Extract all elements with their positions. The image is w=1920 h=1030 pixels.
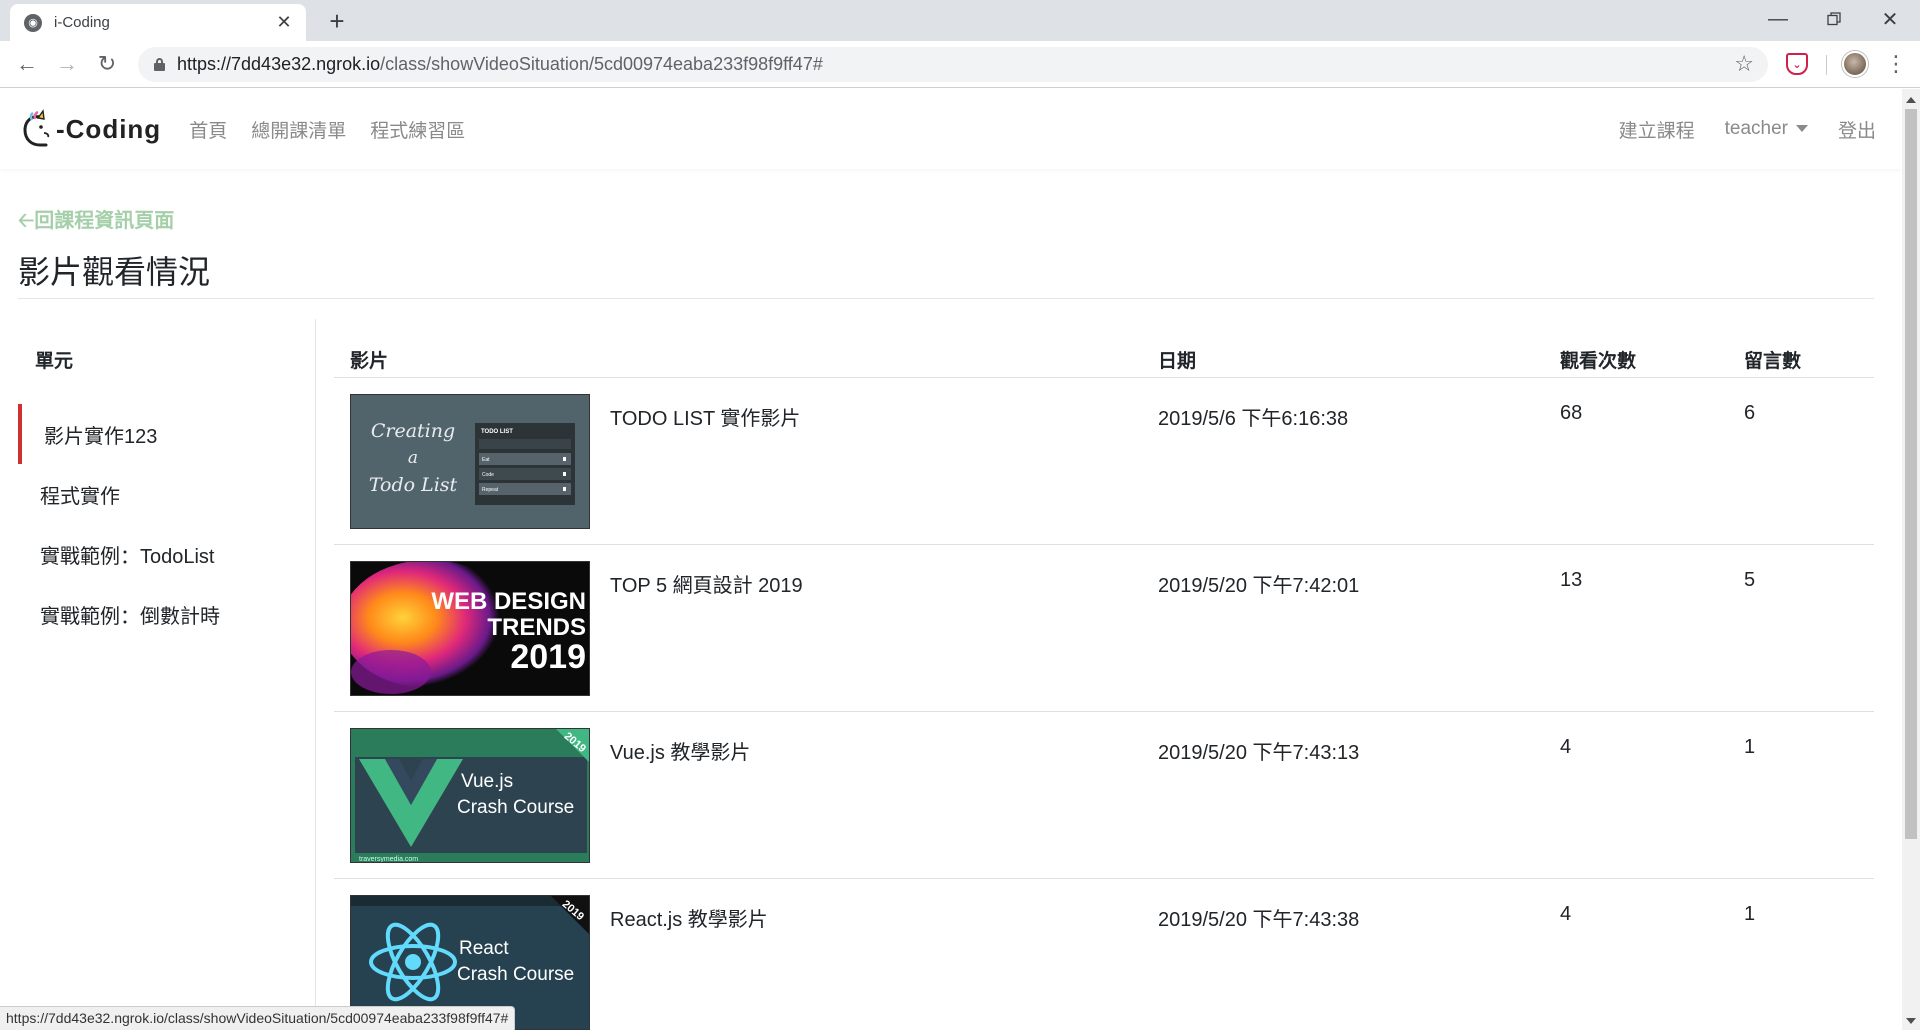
video-date: 2019/5/6 下午6:16:38 <box>1158 408 1349 430</box>
video-thumbnail[interactable]: 2019 Vue.js Crash Course traversymedia.c… <box>350 728 590 863</box>
sidebar-item-unit-1[interactable]: 影片實作123 <box>18 404 298 464</box>
create-course-link[interactable]: 建立課程 <box>1619 116 1695 143</box>
video-date: 2019/5/20 下午7:42:01 <box>1158 575 1360 597</box>
browser-toolbar: ← → ↻ https://7dd43e32.ngrok.io/class/sh… <box>0 41 1920 88</box>
col-date: 日期 <box>1158 351 1197 372</box>
nav-home[interactable]: 首頁 <box>189 116 227 143</box>
scrollbar-thumb[interactable] <box>1905 109 1917 839</box>
nav-practice[interactable]: 程式練習區 <box>370 116 465 143</box>
col-comments: 留言數 <box>1744 351 1802 372</box>
page-scrollbar[interactable] <box>1902 89 1920 1030</box>
video-title[interactable]: React.js 教學影片 <box>610 903 768 932</box>
page-title: 影片觀看情況 <box>18 254 211 290</box>
address-bar[interactable]: https://7dd43e32.ngrok.io/class/showVide… <box>138 47 1768 82</box>
comment-count: 1 <box>1744 903 1756 925</box>
view-count: 13 <box>1560 569 1583 591</box>
url-text: https://7dd43e32.ngrok.io/class/showVide… <box>177 54 823 74</box>
caret-down-icon <box>1795 125 1808 133</box>
minimize-icon[interactable]: — <box>1750 0 1806 38</box>
window-close-icon[interactable]: ✕ <box>1862 0 1918 38</box>
comment-count: 1 <box>1744 736 1756 758</box>
svg-text:Repeat: Repeat <box>482 487 499 493</box>
table-row: 2019 React Crash Course React.js 教學影片 20… <box>334 879 1874 1030</box>
svg-text:Vue.js: Vue.js <box>461 771 513 792</box>
sidebar-item-label: 實戰範例：倒數計時 <box>40 605 220 628</box>
arrow-left-icon: 🡠 <box>18 208 35 232</box>
profile-avatar[interactable] <box>1842 51 1868 77</box>
logout-link[interactable]: 登出 <box>1838 116 1876 143</box>
nav-right: 建立課程 teacher 登出 <box>1619 89 1876 169</box>
site-logo[interactable]: -Coding <box>20 109 161 149</box>
reload-icon[interactable]: ↻ <box>92 49 122 79</box>
forward-arrow-icon[interactable]: → <box>52 49 82 79</box>
title-divider <box>18 298 1874 299</box>
sidebar-item-label: 影片實作123 <box>44 425 158 448</box>
view-count: 4 <box>1560 736 1572 758</box>
table-row: 2019 Vue.js Crash Course traversymedia.c… <box>334 712 1874 879</box>
pocket-extension-icon[interactable]: ⌄ <box>1786 53 1808 75</box>
sidebar-item-unit-3[interactable]: 實戰範例：TodoList <box>18 524 298 584</box>
new-tab-icon[interactable]: + <box>322 6 352 36</box>
svg-text:a: a <box>408 448 418 468</box>
main-nav: 首頁 總開課清單 程式練習區 <box>189 116 465 143</box>
svg-text:WEB DESIGN: WEB DESIGN <box>431 588 586 615</box>
user-dropdown[interactable]: teacher <box>1725 118 1808 140</box>
toolbar-divider <box>1826 55 1827 75</box>
close-tab-icon[interactable]: ✕ <box>274 12 294 33</box>
restore-icon[interactable] <box>1806 0 1862 38</box>
svg-text:Crash Course: Crash Course <box>457 964 574 985</box>
svg-text:TODO LIST: TODO LIST <box>481 429 513 435</box>
svg-text:Code: Code <box>482 472 494 478</box>
sidebar-header: 單元 <box>35 351 74 372</box>
video-date: 2019/5/20 下午7:43:13 <box>1158 742 1360 764</box>
svg-text:2019: 2019 <box>510 638 586 676</box>
back-to-course-link[interactable]: 🡠回課程資訊頁面 <box>18 204 174 240</box>
comment-count: 6 <box>1744 402 1756 424</box>
sidebar-item-label: 實戰範例：TodoList <box>40 545 215 568</box>
back-arrow-icon[interactable]: ← <box>12 49 42 79</box>
svg-text:Crash Course: Crash Course <box>457 797 574 818</box>
globe-icon: ◉ <box>24 13 42 32</box>
video-title[interactable]: TODO LIST 實作影片 <box>610 402 800 431</box>
browser-tab[interactable]: ◉ i-Coding ✕ <box>10 4 306 41</box>
table-row: Creating a Todo List TODO LIST Eat Code … <box>334 378 1874 545</box>
sidebar-item-unit-2[interactable]: 程式實作 <box>18 464 298 524</box>
svg-text:React: React <box>459 938 509 959</box>
svg-text:Eat: Eat <box>482 457 490 463</box>
browser-tabstrip: ◉ i-Coding ✕ + — ✕ <box>0 0 1920 41</box>
video-thumbnail[interactable]: WEB DESIGN TRENDS 2019 <box>350 561 590 696</box>
nav-course-list[interactable]: 總開課清單 <box>251 116 346 143</box>
col-video: 影片 <box>350 351 389 372</box>
view-count: 68 <box>1560 402 1583 424</box>
sidebar-item-unit-4[interactable]: 實戰範例：倒數計時 <box>18 584 298 644</box>
lock-icon <box>154 58 165 71</box>
user-name: teacher <box>1724 118 1788 139</box>
svg-text:Creating: Creating <box>371 420 455 442</box>
svg-text:Todo List: Todo List <box>369 474 458 496</box>
unicorn-logo-icon <box>20 109 54 149</box>
video-thumbnail[interactable]: Creating a Todo List TODO LIST Eat Code … <box>350 394 590 529</box>
page-viewport: -Coding 首頁 總開課清單 程式練習區 建立課程 teacher 登出 🡠… <box>0 89 1902 1030</box>
video-title[interactable]: TOP 5 網頁設計 2019 <box>610 569 803 598</box>
browser-menu-icon[interactable]: ⋮ <box>1884 51 1908 77</box>
unit-sidebar: 單元 影片實作123 程式實作 實戰範例：TodoList 實戰範例：倒數計時 <box>18 319 316 1030</box>
view-count: 4 <box>1560 903 1572 925</box>
table-row: WEB DESIGN TRENDS 2019 TOP 5 網頁設計 2019 2… <box>334 545 1874 712</box>
svg-text:TRENDS: TRENDS <box>487 614 586 641</box>
table-header: 影片 日期 觀看次數 留言數 <box>334 319 1874 378</box>
comment-count: 5 <box>1744 569 1756 591</box>
col-views: 觀看次數 <box>1560 351 1637 372</box>
site-navbar: -Coding 首頁 總開課清單 程式練習區 建立課程 teacher 登出 <box>0 89 1902 169</box>
video-title[interactable]: Vue.js 教學影片 <box>610 736 750 765</box>
scroll-up-icon[interactable] <box>1906 97 1916 103</box>
tab-title: i-Coding <box>54 14 110 31</box>
link-status-bar: https://7dd43e32.ngrok.io/class/showVide… <box>0 1006 516 1030</box>
scroll-down-icon[interactable] <box>1906 1018 1916 1024</box>
logo-text: -Coding <box>56 113 162 144</box>
sidebar-item-label: 程式實作 <box>40 485 120 508</box>
bookmark-star-icon[interactable]: ☆ <box>1734 51 1754 77</box>
video-date: 2019/5/20 下午7:43:38 <box>1158 909 1360 931</box>
svg-text:traversymedia.com: traversymedia.com <box>359 856 418 863</box>
